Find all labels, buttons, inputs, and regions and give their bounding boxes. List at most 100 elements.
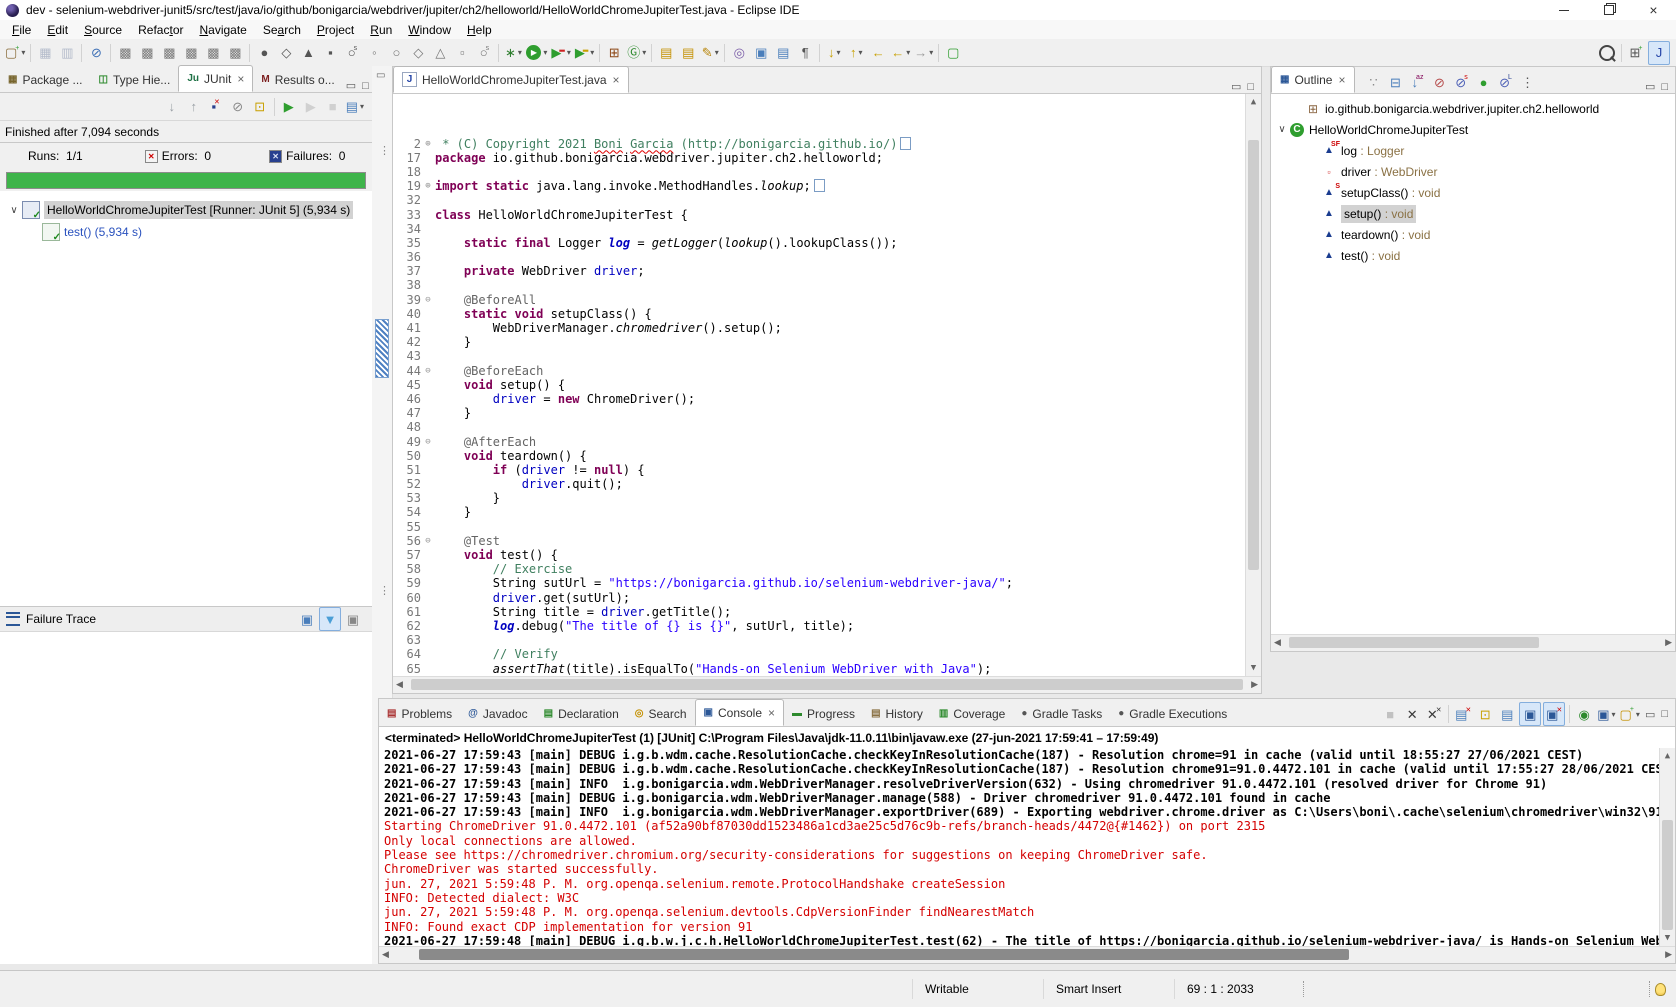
tab-progress[interactable]: ▬Progress [784,701,863,726]
scroll-up-icon[interactable]: ▲ [1246,95,1261,109]
tab-close-icon[interactable]: × [613,73,620,87]
tab-console[interactable]: ▣Console× [695,699,785,726]
test-tree-row[interactable]: test() (5,934 s) [0,221,372,243]
sort-icon[interactable]: ↓az [1408,71,1428,93]
code-editor-area[interactable]: 2⊕ * (C) Copyright 2021 Boni Garcia (htt… [393,94,1261,676]
java-perspective-icon[interactable]: J [1648,41,1670,65]
editor-vscroll-thumb[interactable] [1248,140,1259,570]
rerun-failed-icon[interactable]: ▶ [301,96,321,118]
outline-tab-close-icon[interactable]: × [1338,73,1345,87]
minimize-editor-icon[interactable]: ▭ [1231,80,1241,93]
scroll-right-icon[interactable]: ▶ [1251,679,1258,690]
new-wizard-icon[interactable]: ▢+▾ [4,42,26,64]
marker-diamond2-icon[interactable]: ◇ [408,42,428,64]
fold-marker-icon[interactable]: ⊖ [421,534,435,548]
tab-type-hie[interactable]: ◫Type Hie... [91,67,179,92]
drag-handle2-icon[interactable]: ⋮ [379,584,390,597]
forward-icon[interactable]: →▾ [913,42,934,64]
test-history-icon[interactable]: ▤▾ [345,96,365,118]
link-editor-icon[interactable]: ▣ [751,42,771,64]
console-horizontal-scrollbar[interactable]: ◀ ▶ [379,946,1675,963]
prev-annotation-icon[interactable]: ↑▾ [846,42,866,64]
hide-local-types-icon[interactable]: ⊘L [1496,71,1516,93]
maximize-console-icon[interactable]: □ [1661,708,1668,720]
word-wrap-icon[interactable]: ▤ [1497,703,1517,725]
scroll-down-icon[interactable]: ▼ [1246,661,1261,675]
maximize-editor-icon[interactable]: □ [1247,81,1254,93]
marker-triangle2-icon[interactable]: △ [430,42,450,64]
profile-run-icon[interactable]: ▶▂▾ [574,42,595,64]
open-perspective-icon[interactable]: ⊞+ [1626,42,1646,64]
menu-run[interactable]: Run [362,22,400,38]
console-hscroll-thumb[interactable] [419,949,1349,960]
outline-item-io-github-bonigarcia-webdriver-jupiter-ch2-helloworld[interactable]: ⊞io.github.bonigarcia.webdriver.jupiter.… [1271,98,1675,119]
previous-failure-icon[interactable]: ↑ [184,96,204,118]
compare-layered-icon[interactable]: ▣ [343,608,363,630]
coverage-run-icon[interactable]: ▶▂▾ [550,42,571,64]
minimize-outline-icon[interactable]: ▭ [1645,80,1655,93]
remove-all-terminated-icon[interactable]: ✕✕ [1424,703,1444,725]
maximize-view-icon[interactable]: □ [362,80,369,92]
editor-hscroll-thumb[interactable] [411,679,1243,690]
show-failures-only-icon[interactable]: ▪✕ [206,96,226,118]
fold-marker-icon[interactable]: ⊖ [421,364,435,378]
failure-trace-body[interactable] [0,632,372,964]
test-tree-row[interactable]: ∨HelloWorldChromeJupiterTest [Runner: JU… [0,199,372,221]
last-edit-icon[interactable]: ← [868,42,888,64]
grid-icon-5[interactable]: ▩ [203,42,223,64]
tab-package[interactable]: ▦Package ... [0,67,91,92]
display-console-icon[interactable]: ▣▾ [1596,703,1616,725]
grid-icon-4[interactable]: ▩ [181,42,201,64]
remove-launch-icon[interactable]: ✕ [1402,703,1422,725]
outline-item-setup[interactable]: ▲setup() : void [1271,203,1675,224]
menu-search[interactable]: Search [255,22,309,38]
minimize-button[interactable] [1541,0,1586,20]
hide-non-public-icon[interactable]: ● [1474,71,1494,93]
link-with-editor-icon[interactable]: ∵ [1364,71,1384,93]
console-scroll-right-icon[interactable]: ▶ [1665,949,1672,960]
restore-button[interactable] [1586,0,1631,20]
rerun-test-icon[interactable]: ▶ [279,96,299,118]
tab-declaration[interactable]: ▤Declaration [536,701,627,726]
tab-junit[interactable]: JuJUnit× [178,65,253,92]
outline-view-menu-icon[interactable]: ⋮ [1518,71,1538,93]
restore-view-icon[interactable]: ▭ [376,70,385,81]
fold-marker-icon[interactable]: ⊖ [421,293,435,307]
toolbar-search-icon[interactable] [1597,42,1617,64]
next-annotation-icon[interactable]: ↓▾ [824,42,844,64]
hide-static-icon[interactable]: ⊘s [1452,71,1472,93]
show-source-icon[interactable]: ▤ [773,42,793,64]
new-editor-window-icon[interactable]: ▢ [943,42,963,64]
drag-handle-icon[interactable]: ⋮ [379,144,390,157]
outline-scroll-left-icon[interactable]: ◀ [1274,637,1281,648]
outline-item-test[interactable]: ▲test() : void [1271,245,1675,266]
tab-close-icon[interactable]: × [768,706,775,720]
grid-icon-3[interactable]: ▩ [159,42,179,64]
menu-navigate[interactable]: Navigate [191,22,254,38]
back-icon[interactable]: ←▾ [890,42,911,64]
outline-item-log[interactable]: ▲SFlog : Logger [1271,140,1675,161]
console-scroll-up-icon[interactable]: ▲ [1660,749,1675,763]
open-console-icon[interactable]: ▢+▾ [1619,703,1641,725]
editor-tab[interactable]: J HelloWorldChromeJupiterTest.java × [393,66,629,93]
collapse-all-icon[interactable]: ⊟ [1386,71,1406,93]
hide-fields-icon[interactable]: ⊘ [1430,71,1450,93]
failure-trace-menu-icon[interactable] [6,612,20,626]
grid-icon-2[interactable]: ▩ [137,42,157,64]
marker-script-icon[interactable]: ○s [342,42,362,64]
pin-console-icon[interactable]: ◉ [1574,703,1594,725]
marker-square2-icon[interactable]: ▫ [452,42,472,64]
next-failure-icon[interactable]: ↓ [162,96,182,118]
outline-horizontal-scrollbar[interactable]: ◀ ▶ [1271,634,1675,651]
marker-square-icon[interactable]: ▪ [320,42,340,64]
build-icon[interactable]: ⊞ [604,42,624,64]
maximize-outline-icon[interactable]: □ [1661,81,1668,93]
grid-icon-1[interactable]: ▩ [115,42,135,64]
fold-marker-icon[interactable]: ⊕ [421,137,435,151]
tab-gradle-executions[interactable]: ●Gradle Executions [1110,701,1235,726]
tab-problems[interactable]: ▤Problems [379,701,460,726]
stop-test-icon[interactable]: ■ [323,96,343,118]
tab-history[interactable]: ▤History [863,701,931,726]
marker-dot-icon[interactable]: ● [254,42,274,64]
stacktrace-filter-icon[interactable]: ▼ [319,607,341,631]
